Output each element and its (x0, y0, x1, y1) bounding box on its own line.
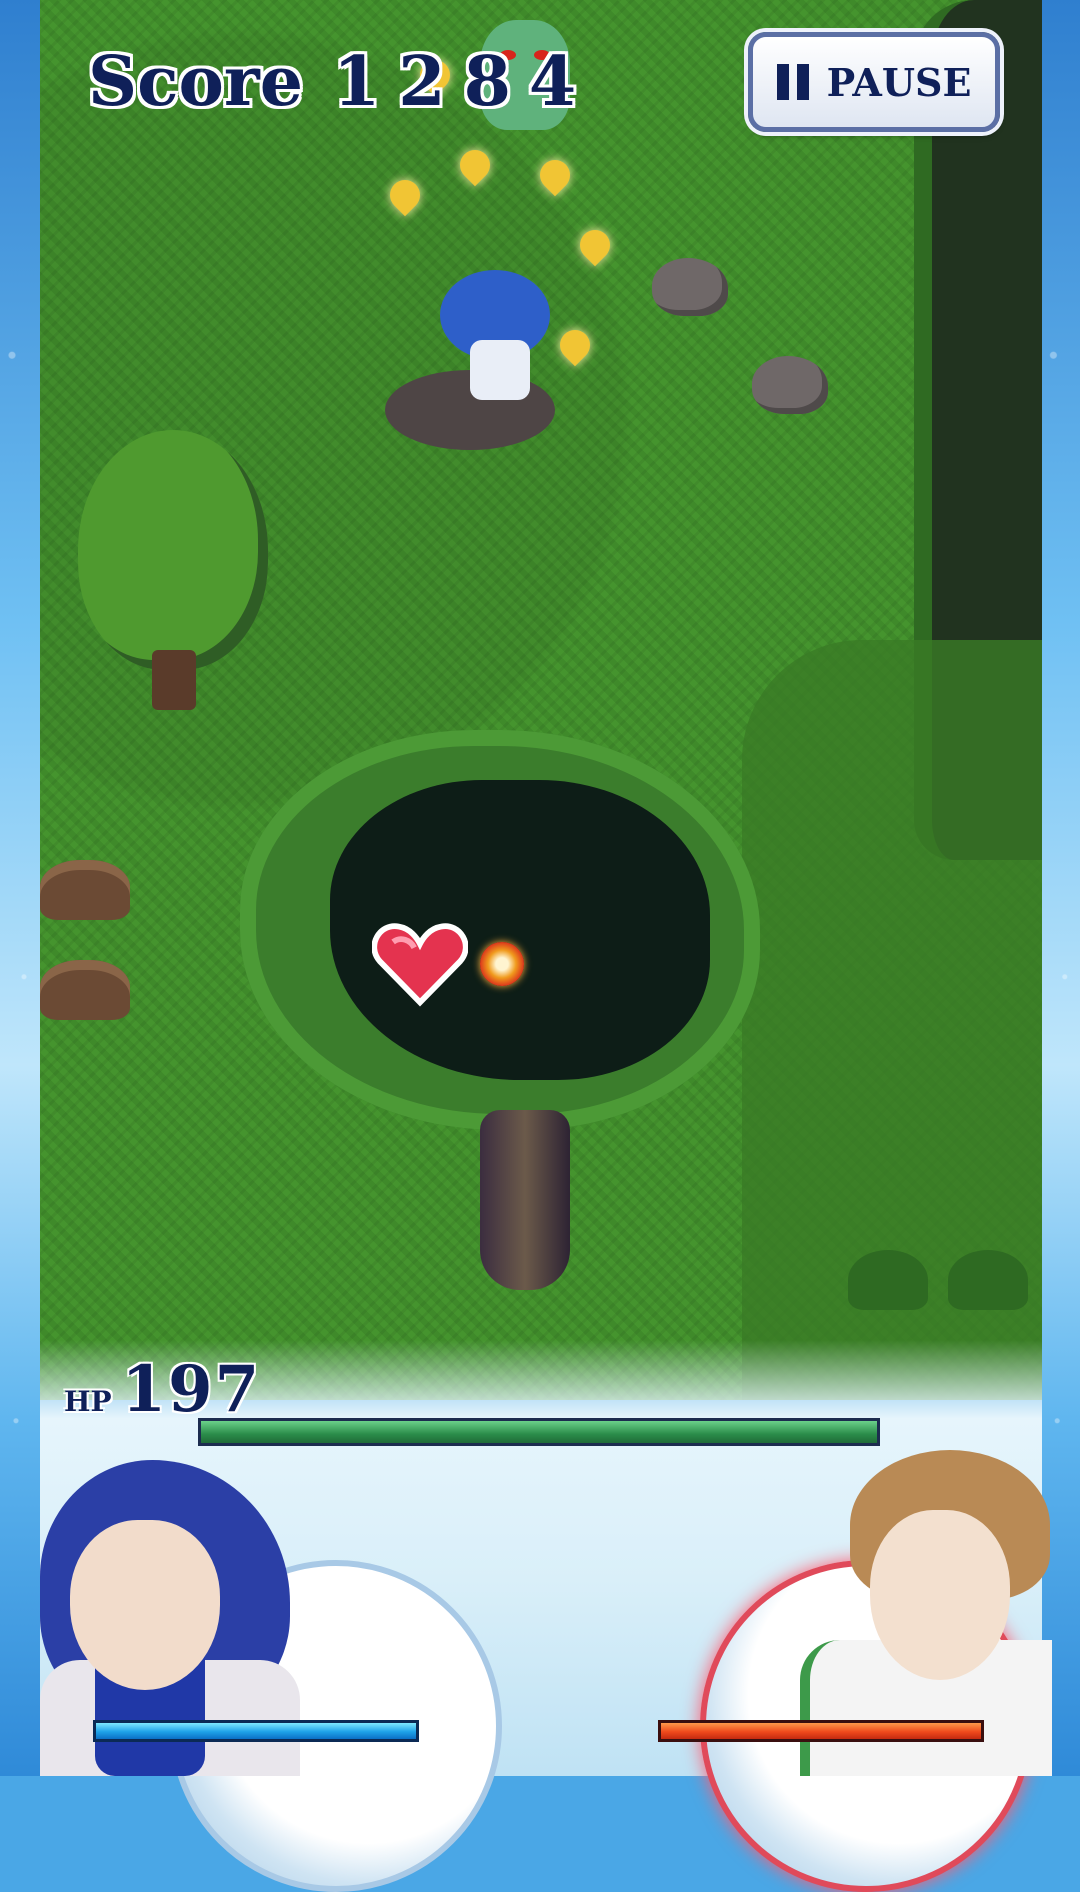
player-body (470, 340, 530, 400)
spark-effect (383, 173, 427, 217)
character-left-portrait[interactable] (70, 1520, 220, 1690)
score-display: Score 1284 (88, 42, 594, 122)
hp-value: 197 (121, 1352, 262, 1427)
tree-stump (40, 960, 130, 1020)
hp-bar-fill (201, 1421, 877, 1443)
player-sprite[interactable] (385, 260, 560, 450)
tree-stump (40, 860, 130, 920)
heart-icon[interactable] (371, 920, 469, 1008)
pause-label: PAUSE (826, 59, 972, 105)
score-label: Score (88, 42, 303, 122)
hp-display: HP 197 (64, 1352, 261, 1427)
pause-icon (776, 64, 809, 100)
pause-button[interactable]: PAUSE (748, 32, 1000, 132)
gauge-left (93, 1720, 419, 1742)
bush (848, 1250, 928, 1310)
hp-prefix: HP (64, 1385, 112, 1418)
tree-trunk (152, 650, 196, 710)
rock (752, 356, 828, 414)
spark-effect (553, 323, 597, 367)
game-field[interactable] (40, 0, 1042, 1400)
heart-graphic (371, 923, 469, 1007)
hp-bar (198, 1418, 880, 1446)
bush (948, 1250, 1028, 1310)
spark-effect (573, 223, 617, 267)
large-tree-trunk (480, 1110, 570, 1290)
sky-border-left (0, 0, 40, 1776)
gauge-right (658, 1720, 984, 1742)
tree (78, 430, 268, 670)
spark-effect (453, 143, 497, 187)
spark-effect (533, 153, 577, 197)
rock (652, 258, 728, 316)
score-value: 1284 (332, 42, 595, 122)
fire-orb-icon[interactable] (480, 942, 524, 986)
character-right-portrait[interactable] (870, 1510, 1010, 1680)
